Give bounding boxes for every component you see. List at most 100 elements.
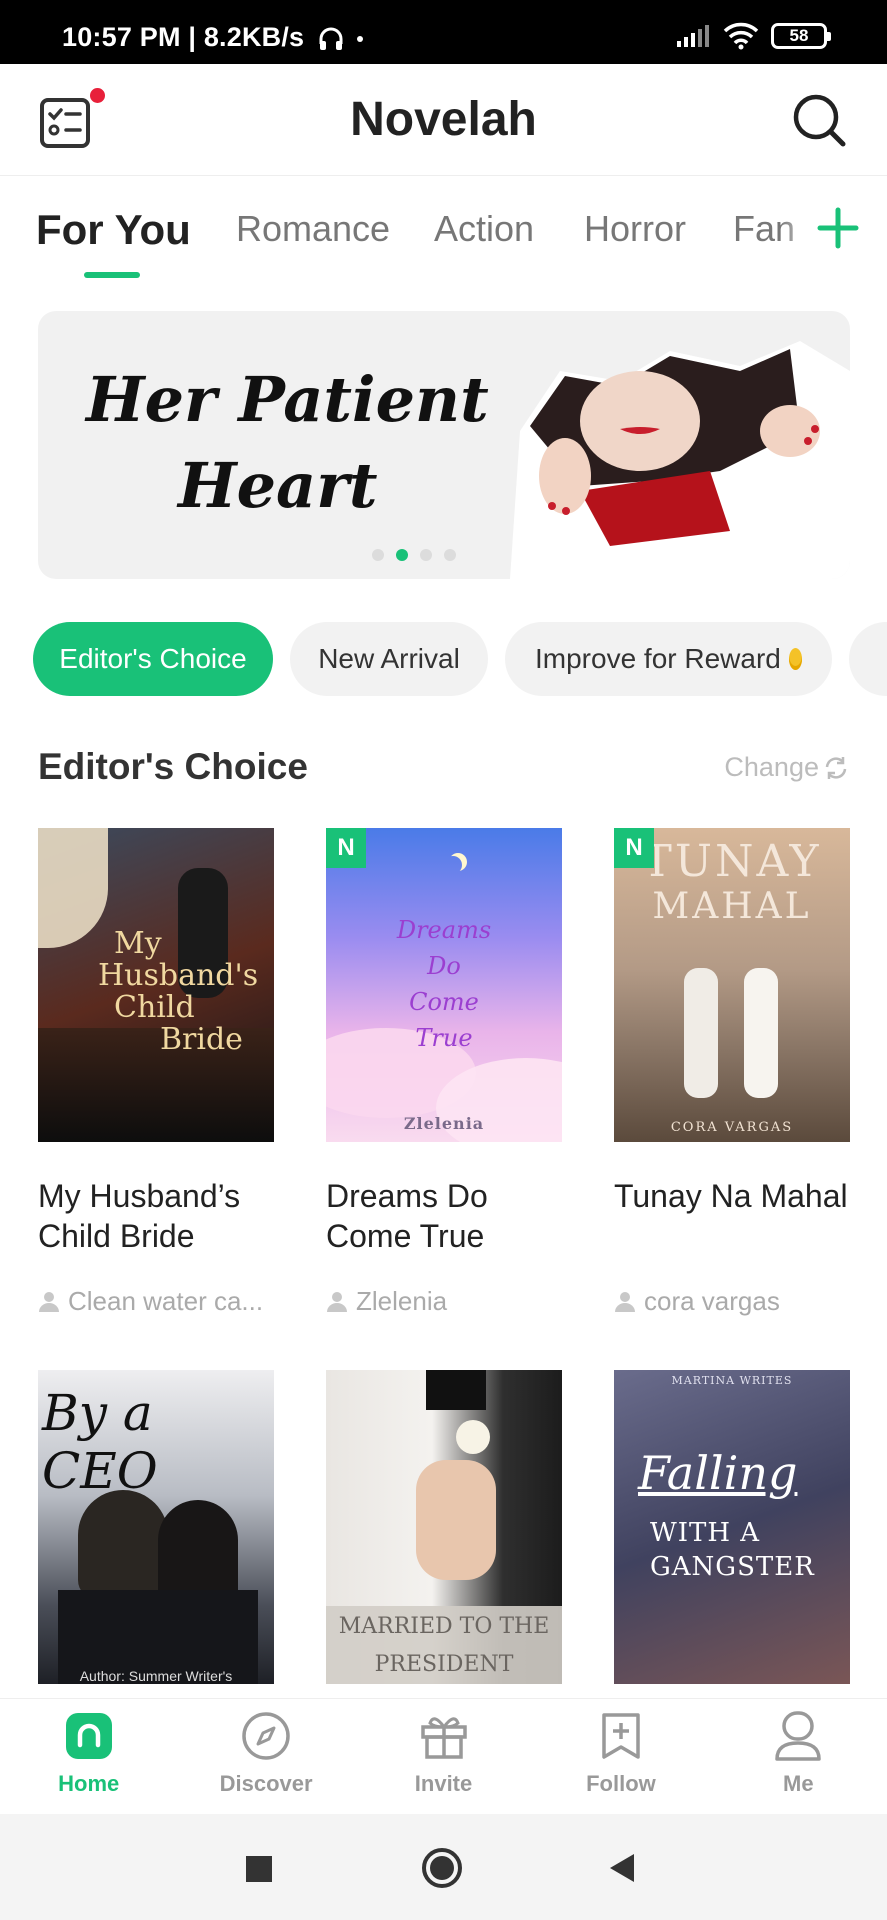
bottom-navigation: Home Discover Invite Follow Me: [0, 1698, 887, 1814]
moon-icon: [444, 856, 462, 874]
book-cover[interactable]: Dreams Do Come True Zlelenia N: [326, 828, 562, 1142]
cover-art: [744, 968, 778, 1098]
system-navigation: [0, 1814, 887, 1920]
user-icon: [327, 1291, 347, 1312]
featured-banner[interactable]: Her Patient Heart: [38, 311, 850, 579]
cover-title-line: Bride: [160, 1022, 243, 1057]
chip-label: Improve for Reward: [535, 643, 781, 674]
book-author: Clean water ca...: [38, 1286, 274, 1317]
chip-more[interactable]: [849, 622, 887, 696]
chip-new-arrival[interactable]: New Arrival: [290, 622, 488, 696]
nav-invite-label: Invite: [414, 1771, 473, 1796]
book-card[interactable]: By a CEO Author: Summer Writer's: [38, 1370, 274, 1684]
tab-horror[interactable]: Horror: [584, 208, 686, 250]
chip-label: Editor's Choice: [59, 643, 247, 674]
banner-artwork: [510, 341, 850, 579]
cover-title-main: Falling: [638, 1446, 798, 1500]
filter-chips: Editor's Choice New Arrival Improve for …: [0, 622, 887, 698]
book-card[interactable]: MARRIED TO THE PRESIDENT: [326, 1370, 562, 1684]
cover-title-line: Do: [427, 952, 461, 980]
cover-art: [416, 1460, 496, 1580]
cover-author: MARTINA WRITES: [671, 1374, 793, 1387]
user-icon: [39, 1291, 59, 1312]
nav-follow[interactable]: Follow: [532, 1699, 709, 1814]
banner-title-line2: Heart: [178, 449, 378, 522]
cover-author: CORA VARGAS: [670, 1120, 794, 1135]
cover-title-line: Dreams: [396, 916, 492, 944]
book-title[interactable]: Tunay Na Mahal: [614, 1176, 850, 1256]
cover-title: By a CEO: [42, 1384, 158, 1500]
status-bar: 10:57 PM | 8.2KB/s 58: [0, 0, 887, 64]
cover-title: Dreams Do Come True: [326, 912, 562, 1056]
search-button[interactable]: [789, 90, 849, 150]
cover-title-line: GANGSTER: [650, 1552, 815, 1582]
book-title[interactable]: My Husband’s Child Bride: [38, 1176, 274, 1256]
book-author: cora vargas: [614, 1286, 850, 1317]
back-button[interactable]: [602, 1846, 646, 1890]
search-icon: [793, 94, 846, 147]
tab-romance[interactable]: Romance: [236, 208, 390, 250]
compass-icon: [242, 1712, 290, 1760]
cover-art: [78, 1490, 168, 1600]
plus-icon: [817, 207, 859, 249]
coin-icon: [788, 648, 802, 670]
category-tabs: For You Romance Action Horror Fan: [0, 176, 887, 296]
book-card[interactable]: TUNAY MAHAL CORA VARGAS N Tunay Na Mahal…: [614, 828, 850, 1317]
banner-pagination: [372, 549, 456, 561]
book-author: Zlelenia: [326, 1286, 562, 1317]
nav-discover[interactable]: Discover: [177, 1699, 354, 1814]
cover-title-line: MARRIED TO THE: [338, 1614, 550, 1639]
book-cover[interactable]: TUNAY MAHAL CORA VARGAS N: [614, 828, 850, 1142]
cover-author: Author: Summer Writer's: [79, 1668, 233, 1684]
banner-dot[interactable]: [444, 549, 456, 561]
gift-icon: [420, 1717, 467, 1759]
book-cover[interactable]: MARRIED TO THE PRESIDENT: [326, 1370, 562, 1684]
status-indicators: 58: [675, 22, 831, 50]
change-label: Change: [724, 752, 819, 782]
book-title[interactable]: Dreams Do Come True: [326, 1176, 562, 1256]
author-name: Clean water ca...: [68, 1286, 264, 1316]
novelah-badge: N: [614, 828, 654, 868]
notification-dot-icon: [357, 36, 363, 42]
chip-label: New Arrival: [318, 643, 460, 674]
cover-art: [426, 1370, 486, 1410]
add-category-button[interactable]: [812, 202, 864, 254]
nav-invite[interactable]: Invite: [355, 1699, 532, 1814]
cover-author: Zlelenia: [403, 1114, 485, 1133]
section-title: Editor's Choice: [38, 746, 308, 787]
nav-follow-label: Follow: [586, 1771, 656, 1796]
rose-icon: [456, 1420, 490, 1454]
book-card[interactable]: Dreams Do Come True Zlelenia N Dreams Do…: [326, 828, 562, 1317]
author-name: Zlelenia: [356, 1286, 448, 1316]
book-card[interactable]: My Husband's Child Bride My Husband’s Ch…: [38, 828, 274, 1317]
home-button[interactable]: [420, 1846, 464, 1890]
cover-title-line: Child: [114, 990, 195, 1025]
chip-editors-choice[interactable]: Editor's Choice: [33, 622, 273, 696]
nav-me-label: Me: [783, 1771, 814, 1796]
chip-improve-for-reward[interactable]: Improve for Reward: [505, 622, 832, 696]
cover-title-line: PRESIDENT: [374, 1652, 514, 1677]
nav-discover-label: Discover: [219, 1771, 313, 1796]
tab-action[interactable]: Action: [434, 208, 534, 250]
cover-title-sub: MAHAL: [652, 886, 812, 927]
user-icon: [615, 1291, 635, 1312]
change-button[interactable]: Change: [724, 752, 849, 783]
nav-me[interactable]: Me: [710, 1699, 887, 1814]
wifi-icon: [723, 22, 759, 50]
recent-apps-button[interactable]: [236, 1846, 280, 1890]
book-cover[interactable]: By a CEO Author: Summer Writer's: [38, 1370, 274, 1684]
author-name: cora vargas: [644, 1286, 780, 1316]
active-tab-indicator: [84, 272, 140, 278]
tab-for-you[interactable]: For You: [36, 206, 191, 254]
banner-dot[interactable]: [372, 549, 384, 561]
battery-level: 58: [789, 26, 809, 45]
book-card[interactable]: MARTINA WRITES Falling WITH A GANGSTER: [614, 1370, 850, 1684]
book-cover[interactable]: MARTINA WRITES Falling WITH A GANGSTER: [614, 1370, 850, 1684]
banner-dot[interactable]: [420, 549, 432, 561]
book-cover[interactable]: My Husband's Child Bride: [38, 828, 274, 1142]
banner-dot-active[interactable]: [396, 549, 408, 561]
nav-home[interactable]: Home: [0, 1699, 177, 1814]
cover-title-line: True: [415, 1024, 473, 1052]
app-header: Novelah: [0, 64, 887, 176]
person-icon: [775, 1711, 822, 1761]
